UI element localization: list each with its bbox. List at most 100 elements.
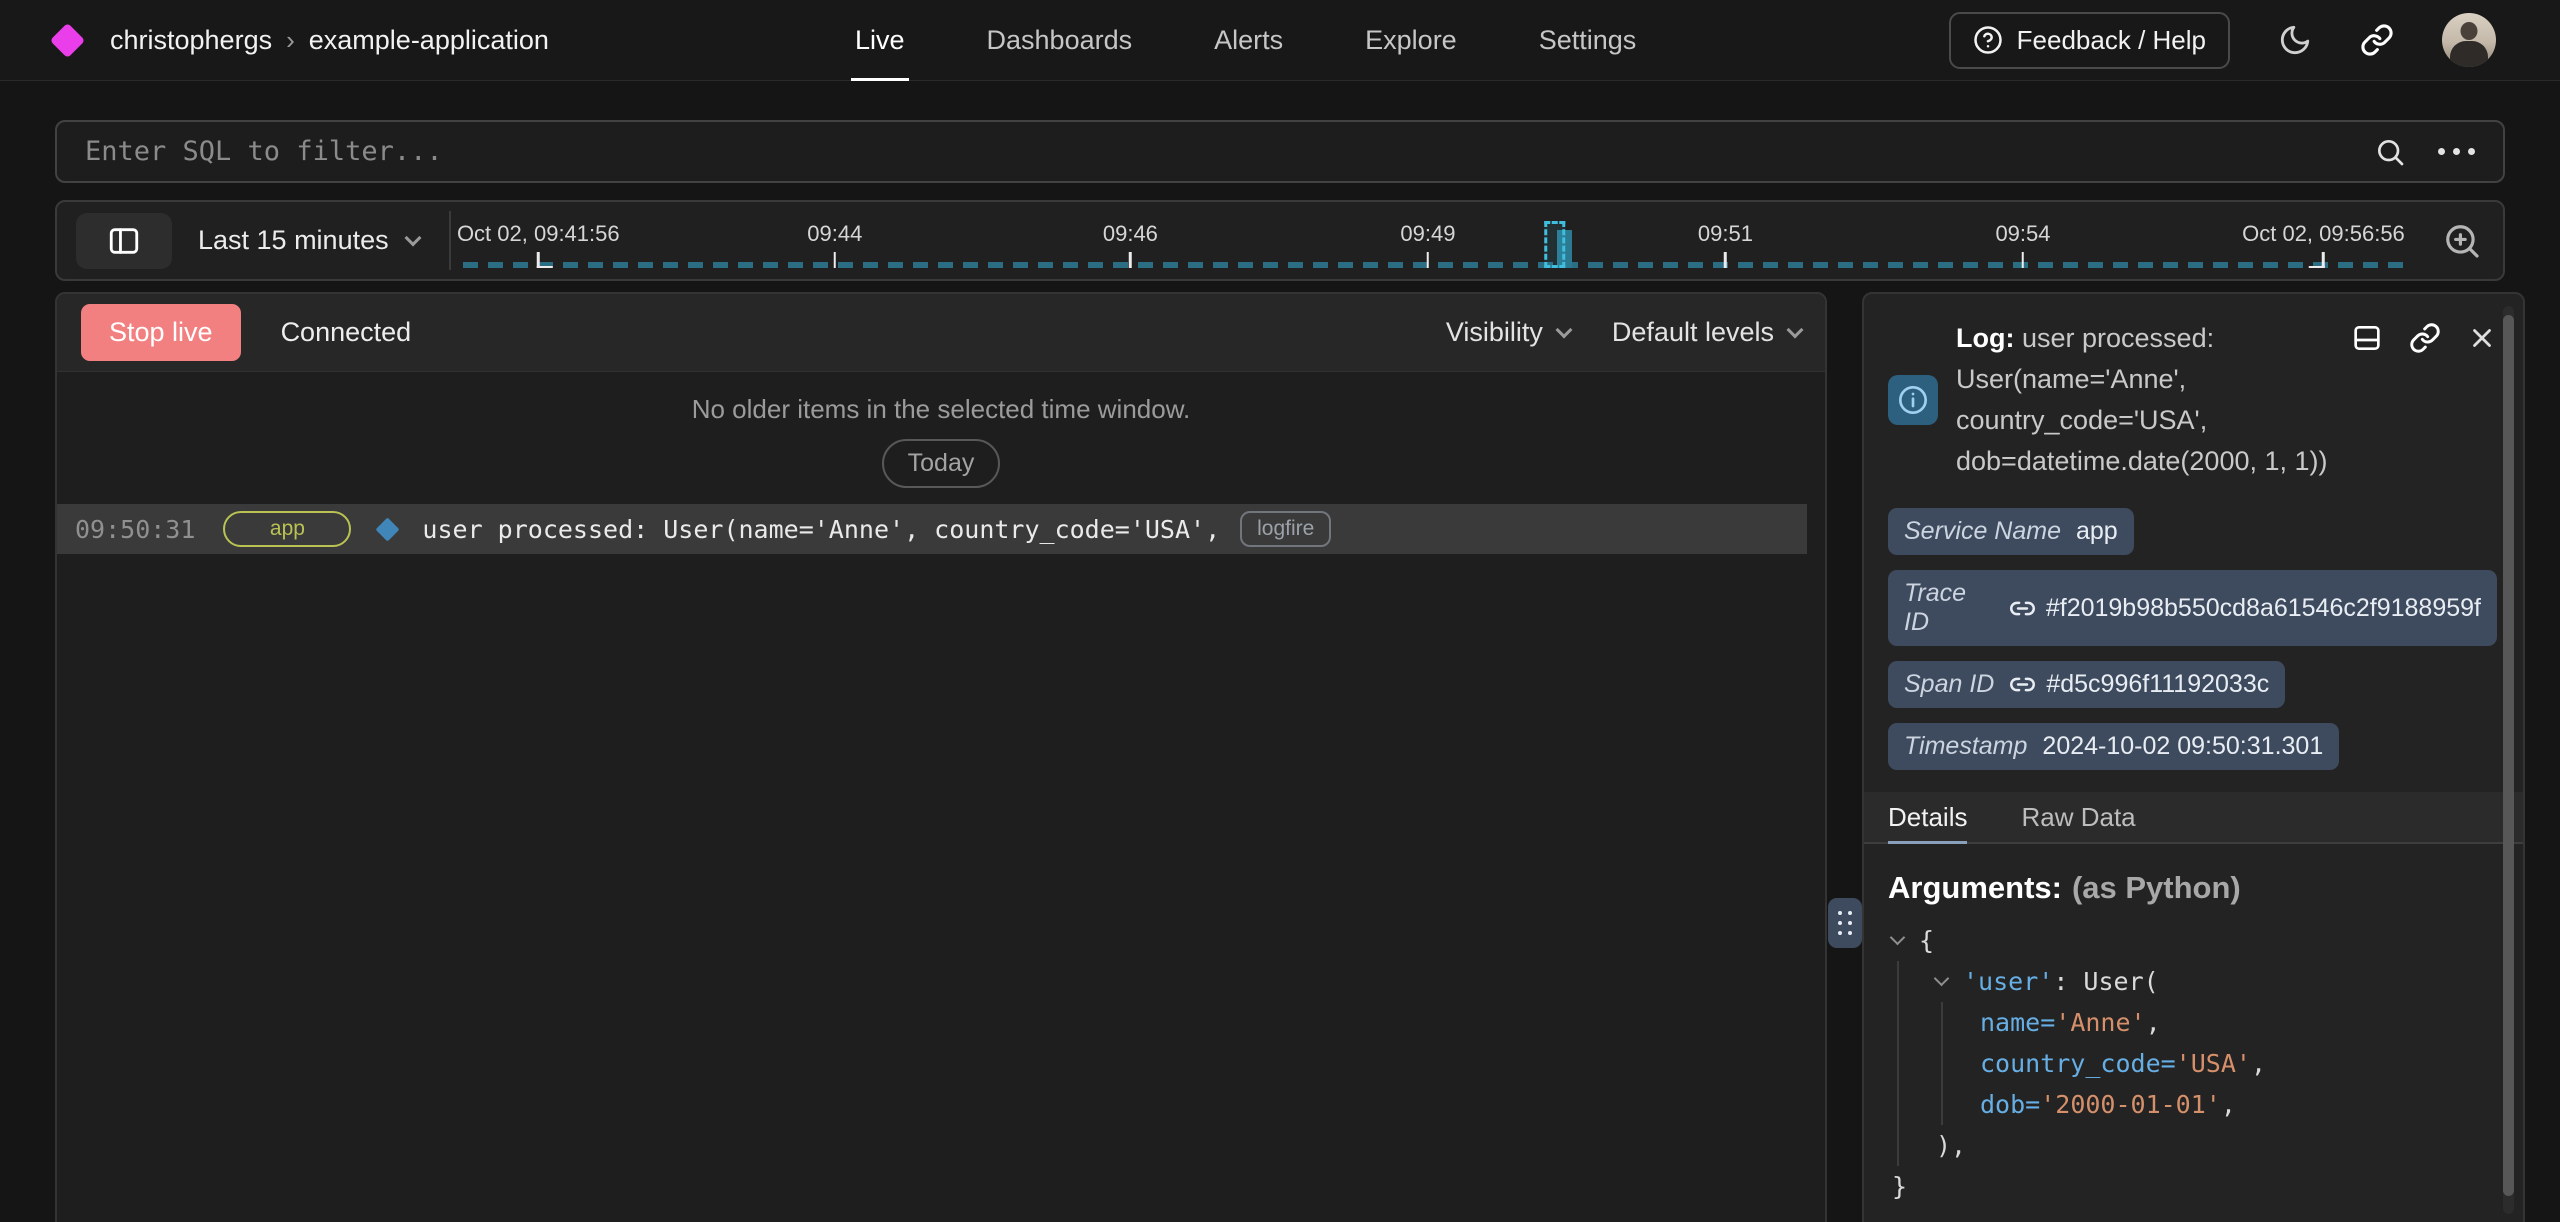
copy-link-button[interactable] [2409,322,2441,354]
arguments-heading: Arguments:(as Python) [1888,870,2497,906]
timeline-track[interactable]: Oct 02, 09:41:5609:4409:4609:4909:5109:5… [451,202,2421,279]
timeline-zoom-button[interactable] [2443,222,2481,260]
stop-live-button[interactable]: Stop live [81,304,241,361]
moon-icon [2278,23,2312,57]
logfire-logo-icon[interactable] [50,22,85,57]
timeline-bar: Last 15 minutes Oct 02, 09:41:56 09:44 09:… [55,200,2505,281]
live-view-panel: Stop live Connected Visibility Default l… [55,292,1827,1222]
metadata-badge[interactable]: Trace ID #f2019b98b550cd8a61546c2f9188959… [1888,570,2497,646]
main-nav-tabs: Live Dashboards Alerts Explore Settings [855,0,1636,80]
metadata-badge[interactable]: Span ID #d5c996f11192033c [1888,661,2285,708]
breadcrumb: christophergs › example-application [55,25,549,56]
search-icon[interactable] [2374,136,2406,168]
log-row[interactable]: 09:50:31 app user processed: User(name='… [57,504,1807,554]
timeline-tick-label: 09:49 [1400,221,1455,247]
code-token: name= [1980,1002,2055,1043]
dock-panel-button[interactable] [2351,322,2383,354]
code-token: : User( [2053,961,2158,1002]
link-icon [2409,322,2441,354]
timeline-tick-label: 09:44 [807,221,862,247]
help-circle-icon [1973,25,2003,55]
code-line: ), [1888,1125,2497,1166]
metadata-label: Service Name [1904,517,2061,546]
link-icon [2360,23,2394,57]
panel-left-icon [107,224,141,258]
log-level-diamond-icon [376,517,400,541]
sql-filter-input[interactable] [85,136,2374,167]
code-token: ), [1936,1125,1966,1166]
timeline-tick-mark [537,252,540,268]
sql-filter-bar [55,120,2505,183]
code-token: { [1919,920,1934,961]
live-view-header: Stop live Connected Visibility Default l… [57,294,1825,372]
link-icon [2009,671,2036,698]
share-link-button[interactable] [2360,23,2394,57]
metadata-label: Span ID [1904,670,1994,699]
nav-tab-explore[interactable]: Explore [1365,0,1457,80]
chevron-down-icon [1787,321,1804,338]
timeline-tick-mark [1427,252,1430,268]
code-line: 'user': User( [1888,961,2497,1002]
timeline-tick-mark [2322,252,2325,268]
collapse-caret-icon[interactable] [1890,930,1906,946]
info-icon [1888,375,1938,425]
breadcrumb-separator: › [286,25,295,56]
code-token: dob= [1980,1084,2040,1125]
timeline-selected-bucket[interactable] [1544,221,1565,268]
code-token: 'user' [1963,961,2053,1002]
user-avatar[interactable] [2442,13,2496,67]
nav-tab-settings[interactable]: Settings [1539,0,1637,80]
sidebar-toggle-button[interactable] [76,213,172,269]
link-icon [2009,595,2036,622]
details-title-prefix: Log: [1956,323,2014,353]
nav-tab-dashboards[interactable]: Dashboards [987,0,1133,80]
timeline-tick-label: Oct 02, 09:56:56 [2242,221,2405,247]
breadcrumb-project[interactable]: example-application [309,25,549,56]
details-header: Log: user processed: User(name='Anne', c… [1888,318,2497,482]
code-line: country_code='USA', [1888,1043,2497,1084]
panel-bottom-icon [2351,322,2383,354]
scrollbar-thumb[interactable] [2503,315,2514,1196]
timeline-tick-mark [2022,252,2025,268]
more-options-icon[interactable] [2438,148,2475,155]
default-levels-dropdown[interactable]: Default levels [1612,317,1801,348]
breadcrumb-org[interactable]: christophergs [110,25,272,56]
filter-actions [2374,136,2475,168]
nav-tab-alerts[interactable]: Alerts [1214,0,1283,80]
indent-guide [1941,1002,1943,1125]
timeline-tick-label: Oct 02, 09:41:56 [457,221,620,247]
code-line: } [1888,1166,2497,1207]
top-nav: christophergs › example-application Live… [0,0,2560,81]
service-badge: app [223,511,351,547]
metadata-label: Trace ID [1904,579,1994,637]
details-actions [2351,322,2497,354]
code-token: , [2221,1084,2236,1125]
nav-tab-live[interactable]: Live [855,0,905,80]
metadata-value[interactable]: #d5c996f11192033c [2009,670,2269,699]
timeline-tick-label: 09:51 [1698,221,1753,247]
feedback-help-button[interactable]: Feedback / Help [1949,12,2230,69]
metadata-value: 2024-10-02 09:50:31.301 [2042,732,2323,761]
code-line: name='Anne', [1888,1002,2497,1043]
log-timestamp: 09:50:31 [75,515,195,544]
visibility-dropdown[interactable]: Visibility [1446,317,1570,348]
log-details-panel: Log: user processed: User(name='Anne', c… [1862,292,2525,1222]
details-scrollbar [2503,306,2514,1214]
logfire-tag-badge: logfire [1240,511,1331,547]
close-panel-button[interactable] [2467,322,2497,354]
time-range-dropdown[interactable]: Last 15 minutes [198,225,419,256]
collapse-caret-icon[interactable] [1934,971,1950,987]
tab-details[interactable]: Details [1888,792,1967,842]
tab-raw-data[interactable]: Raw Data [2021,792,2135,842]
panel-resize-handle[interactable] [1828,898,1862,948]
today-button[interactable]: Today [882,439,1001,488]
code-line: dob='2000-01-01', [1888,1084,2497,1125]
metadata-value[interactable]: #f2019b98b550cd8a61546c2f9188959f [2009,594,2481,623]
theme-toggle-button[interactable] [2278,23,2312,57]
chevron-down-icon [1555,321,1572,338]
timeline-activity-baseline [463,262,2409,268]
details-tabs: Details Raw Data [1864,792,2523,844]
metadata-badges: Service NameappTrace ID#f2019b98b550cd8a… [1888,508,2497,770]
timeline-tick-mark [1724,252,1727,268]
arguments-qualifier: (as Python) [2072,870,2241,905]
